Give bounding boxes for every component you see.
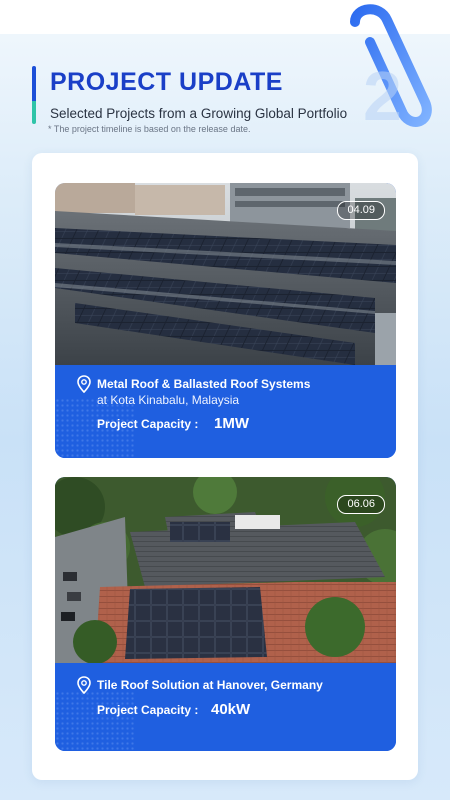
project-location-title: Metal Roof & Ballasted Roof Systems (97, 377, 311, 391)
svg-text:2: 2 (363, 57, 402, 132)
project-card-hanover[interactable]: 06.06 Tile Roof Solution at Hanover, Ger… (55, 477, 396, 751)
projects-panel: 04.09 Metal Roof & Ballasted Roof System… (32, 153, 418, 780)
capacity-value: 40kW (211, 701, 251, 718)
project-card-kota-kinabalu[interactable]: 04.09 Metal Roof & Ballasted Roof System… (55, 183, 396, 458)
capacity-label: Project Capacity : (97, 417, 199, 431)
capacity-label: Project Capacity : (97, 703, 199, 717)
location-pin-icon (77, 676, 91, 694)
capacity-value: 1MW (214, 415, 249, 432)
page-title: PROJECT UPDATE (50, 68, 283, 96)
project-location-title: Tile Roof Solution at Hanover, Germany (97, 678, 323, 692)
project-location-subtitle: at Kota Kinabalu, Malaysia (97, 393, 240, 407)
dot-pattern-decoration (55, 691, 135, 751)
project-photo-metal-roof: 04.09 (55, 183, 396, 365)
project-date-badge: 06.06 (337, 495, 385, 514)
project-info: Tile Roof Solution at Hanover, Germany P… (55, 663, 396, 751)
project-info: Metal Roof & Ballasted Roof Systems at K… (55, 365, 396, 458)
project-date-badge: 04.09 (337, 201, 385, 220)
timeline-note: * The project timeline is based on the r… (48, 124, 251, 134)
header-accent-bar (32, 66, 36, 124)
page-subtitle: Selected Projects from a Growing Global … (50, 106, 348, 121)
location-pin-icon (77, 375, 91, 393)
project-photo-tile-roof: 06.06 (55, 477, 396, 663)
